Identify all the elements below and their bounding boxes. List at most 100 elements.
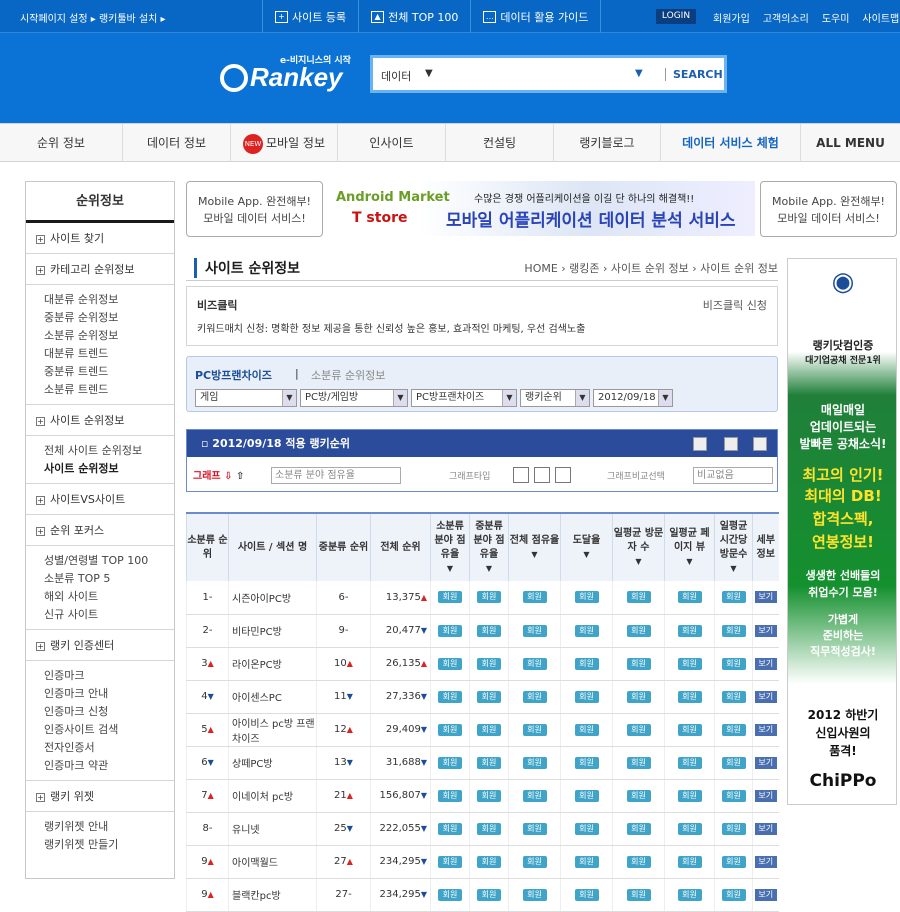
sitemap-link[interactable]: 사이트맵	[862, 10, 899, 25]
member-only-button[interactable]: 회원	[677, 624, 702, 637]
member-only-button[interactable]: 회원	[721, 855, 746, 868]
member-only-button[interactable]: 회원	[438, 789, 462, 802]
member-only-button[interactable]: 회원	[626, 657, 651, 670]
member-only-button[interactable]: 회원	[477, 855, 501, 868]
sidebar-item-active[interactable]: 사이트 순위정보	[44, 460, 174, 478]
member-only-button[interactable]: 회원	[721, 888, 746, 901]
rankey-logo[interactable]: e-비지니스의 시작 Rankey	[220, 55, 360, 95]
member-only-button[interactable]: 회원	[477, 822, 501, 835]
sidebar-section[interactable]: + 카테고리 순위정보	[26, 254, 174, 285]
site-name-cell[interactable]: 시즌아이PC방	[228, 581, 317, 615]
member-only-button[interactable]: 회원	[626, 723, 651, 736]
sub-category-select[interactable]: PC방프랜차이즈 ▼	[411, 389, 517, 407]
member-only-button[interactable]: 회원	[721, 756, 746, 769]
member-only-button[interactable]: 회원	[438, 591, 462, 604]
member-only-button[interactable]: 회원	[522, 888, 547, 901]
member-only-button[interactable]: 회원	[677, 657, 702, 670]
sort-icon[interactable]: ▼	[470, 562, 508, 576]
sidebar-section[interactable]: + 사이트VS사이트	[26, 484, 174, 515]
member-only-button[interactable]: 회원	[438, 756, 462, 769]
sidebar-item[interactable]: 성별/연령별 TOP 100	[44, 552, 174, 570]
site-register-link[interactable]: + 사이트 등록	[262, 0, 358, 33]
site-name-cell[interactable]: 유니넷	[228, 812, 317, 846]
date-select[interactable]: 2012/09/18 ▼	[593, 389, 673, 407]
bizclick-desc[interactable]: 키워드매치 신청: 명확한 정보 제공을 통한 신뢰성 높은 홍보, 효과적인 …	[197, 320, 585, 335]
view-detail-button[interactable]: 보기	[754, 657, 777, 670]
sidebar-item[interactable]: 해외 사이트	[44, 588, 174, 606]
member-only-button[interactable]: 회원	[477, 888, 501, 901]
column-header[interactable]: 전체 점유율 ▼	[508, 512, 561, 581]
breadcrumb[interactable]: HOME › 랭킹존 › 사이트 순위 정보 › 사이트 순위 정보	[524, 260, 778, 276]
member-only-button[interactable]: 회원	[721, 723, 746, 736]
view-detail-button[interactable]: 보기	[754, 888, 777, 901]
sidebar-item[interactable]: 전자인증서	[44, 739, 174, 757]
nav-data-trial[interactable]: 데이터 서비스 체험	[661, 124, 801, 162]
job-ad-banner[interactable]: ◉ 랭키닷컴인증 대기업공채 전문1위 매일매일 업데이트되는 발빠른 공채소식…	[787, 258, 897, 805]
sidebar-item[interactable]: 소분류 TOP 5	[44, 570, 174, 588]
member-only-button[interactable]: 회원	[626, 822, 651, 835]
arrow-up-icon[interactable]: ⇧	[236, 471, 244, 482]
member-only-button[interactable]: 회원	[477, 789, 501, 802]
member-only-button[interactable]: 회원	[522, 657, 547, 670]
nav-consulting[interactable]: 컨설팅	[446, 124, 554, 162]
member-only-button[interactable]: 회원	[677, 591, 702, 604]
sidebar-section[interactable]: + 사이트 순위정보	[26, 405, 174, 436]
column-header[interactable]: 일평균 페이지 뷰 ▼	[664, 512, 715, 581]
member-only-button[interactable]: 회원	[677, 822, 702, 835]
search-dropdown-icon[interactable]: ▼	[635, 68, 643, 79]
member-only-button[interactable]: 회원	[721, 789, 746, 802]
member-only-button[interactable]: 회원	[721, 822, 746, 835]
column-header[interactable]: 일평균 방문자 수 ▼	[612, 512, 665, 581]
sidebar-section[interactable]: + 랭키 인증센터	[26, 630, 174, 661]
view-detail-button[interactable]: 보기	[754, 822, 777, 835]
member-only-button[interactable]: 회원	[626, 591, 651, 604]
compare-select[interactable]: 비교없음	[693, 467, 773, 484]
search-button[interactable]: SEARCH	[665, 68, 723, 81]
view-detail-button[interactable]: 보기	[754, 624, 777, 637]
sidebar-item[interactable]: 인증사이트 검색	[44, 721, 174, 739]
site-name-cell[interactable]: 상떼PC방	[228, 746, 317, 780]
view-detail-button[interactable]: 보기	[754, 690, 777, 703]
member-only-button[interactable]: 회원	[438, 657, 462, 670]
sidebar-item[interactable]: 대분류 순위정보	[44, 291, 174, 309]
sidebar-item[interactable]: 랭키위젯 안내	[44, 818, 174, 836]
site-name-cell[interactable]: 라이온PC방	[228, 647, 317, 681]
major-category-select[interactable]: 게임 ▼	[195, 389, 297, 407]
member-only-button[interactable]: 회원	[574, 723, 599, 736]
member-only-button[interactable]: 회원	[522, 690, 547, 703]
mid-category-select[interactable]: PC방/게임방 ▼	[300, 389, 408, 407]
subcategory-rank-link[interactable]: 소분류 순위정보	[311, 367, 385, 383]
category-dropdown-icon[interactable]: ▼	[425, 68, 433, 79]
member-only-button[interactable]: 회원	[626, 690, 651, 703]
print-icon[interactable]	[753, 437, 767, 451]
column-header[interactable]: 도달율 ▼	[560, 512, 613, 581]
site-name-cell[interactable]: 아이비스 pc방 프랜차이즈	[228, 713, 317, 747]
member-only-button[interactable]: 회원	[677, 723, 702, 736]
column-header[interactable]: 일평균 시간당 방문수 ▼	[714, 512, 753, 581]
member-only-button[interactable]: 회원	[721, 591, 746, 604]
member-only-button[interactable]: 회원	[522, 591, 547, 604]
sidebar-item[interactable]: 전체 사이트 순위정보	[44, 442, 174, 460]
bar-chart-icon[interactable]	[513, 467, 529, 483]
member-only-button[interactable]: 회원	[574, 591, 599, 604]
member-only-button[interactable]: 회원	[574, 756, 599, 769]
member-only-button[interactable]: 회원	[677, 855, 702, 868]
member-only-button[interactable]: 회원	[677, 789, 702, 802]
site-name-cell[interactable]: 아이맥월드	[228, 845, 317, 879]
nav-all-menu[interactable]: ALL MENU	[801, 124, 900, 162]
view-detail-button[interactable]: 보기	[754, 756, 777, 769]
member-only-button[interactable]: 회원	[477, 657, 501, 670]
rank-type-select[interactable]: 랭키순위 ▼	[520, 389, 590, 407]
member-only-button[interactable]: 회원	[522, 855, 547, 868]
site-name-cell[interactable]: 블랙칸pc방	[228, 878, 317, 912]
member-only-button[interactable]: 회원	[477, 624, 501, 637]
arrow-down-icon[interactable]: ⇩	[224, 471, 232, 482]
member-only-button[interactable]: 회원	[677, 756, 702, 769]
member-only-button[interactable]: 회원	[574, 624, 599, 637]
sidebar-item[interactable]: 인증마크 신청	[44, 703, 174, 721]
help-link[interactable]: 도우미	[822, 10, 850, 25]
nav-blog[interactable]: 랭키블로그	[554, 124, 661, 162]
member-only-button[interactable]: 회원	[438, 855, 462, 868]
member-only-button[interactable]: 회원	[574, 657, 599, 670]
member-only-button[interactable]: 회원	[626, 855, 651, 868]
